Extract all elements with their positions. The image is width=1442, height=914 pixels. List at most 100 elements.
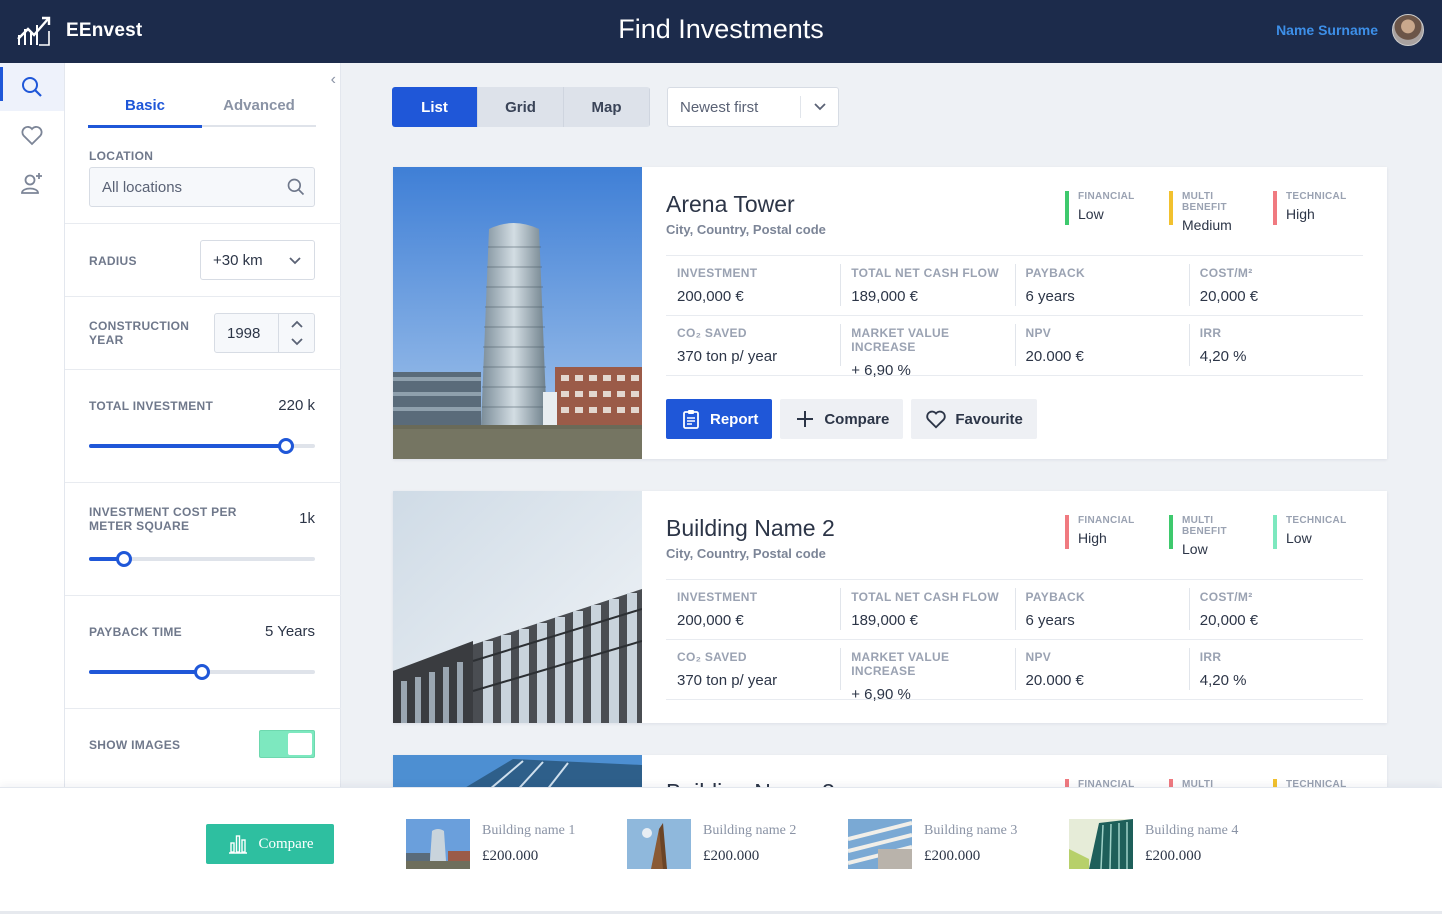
report-button[interactable]: Report xyxy=(666,399,773,439)
user-menu[interactable]: Name Surname xyxy=(1276,14,1424,46)
plus-icon xyxy=(797,411,814,427)
card-title[interactable]: Arena Tower xyxy=(666,191,795,218)
card-title[interactable]: Building Name 2 xyxy=(666,515,835,542)
ratings: FINANCIAL Low MULTI BENEFIT Medium TECHNIC… xyxy=(1065,191,1377,233)
user-name[interactable]: Name Surname xyxy=(1276,22,1378,38)
view-grid-button[interactable]: Grid xyxy=(478,87,564,127)
card-actions: Report Compare Favourite xyxy=(666,399,1037,439)
metric-investment: INVESTMENT 200,000 € xyxy=(677,266,758,305)
building-image[interactable] xyxy=(393,491,642,723)
location-label: LOCATION xyxy=(89,149,154,163)
heart-icon xyxy=(926,410,947,429)
compare-button[interactable]: Compare xyxy=(780,399,904,439)
card-address: City, Country, Postal code xyxy=(666,222,826,237)
metrics-grid: INVESTMENT 200,000 € TOTAL NET CASH FLOW 1… xyxy=(666,255,1363,379)
compare-item[interactable]: Building name 2 £200.000 xyxy=(627,819,796,869)
metric-npv: NPV 20.000 € xyxy=(1014,316,1189,375)
avatar[interactable] xyxy=(1392,14,1424,46)
radius-value: +30 km xyxy=(213,251,263,269)
rating-multi-benefit: MULTI BENEFIT Medium xyxy=(1169,191,1261,233)
investment-card[interactable]: Building Name 2 City, Country, Postal co… xyxy=(393,491,1387,723)
tab-basic[interactable]: Basic xyxy=(88,91,202,128)
clipboard-icon xyxy=(683,410,699,429)
building-image[interactable] xyxy=(393,167,642,459)
radius-label: RADIUS xyxy=(89,254,137,268)
metric-irr: IRR 4,20 % xyxy=(1188,316,1363,375)
construction-year-section: CONSTRUCTION YEAR 1998 xyxy=(65,297,341,370)
stepper-up-icon[interactable] xyxy=(290,317,304,331)
metric-payback: PAYBACK 6 years xyxy=(1014,256,1189,315)
metric-co2-saved: CO₂ SAVED 370 ton p/ year xyxy=(677,650,778,689)
filter-panel: ‹ Basic Advanced LOCATION All locations … xyxy=(65,63,341,793)
payback-slider[interactable] xyxy=(89,664,315,680)
metrics-grid: INVESTMENT 200,000 € TOTAL NET CASH FLOW 1… xyxy=(666,579,1363,703)
rating-financial: FINANCIAL High xyxy=(1065,515,1157,549)
rating-financial: FINANCIAL Low xyxy=(1065,191,1157,225)
radius-select[interactable]: +30 km xyxy=(200,240,315,280)
location-input[interactable]: All locations xyxy=(89,167,315,207)
tab-advanced[interactable]: Advanced xyxy=(202,91,316,125)
arena-tower-photo xyxy=(393,167,642,459)
heart-icon xyxy=(21,126,43,146)
compare-thumbnail xyxy=(1069,819,1133,869)
sort-select[interactable]: Newest first xyxy=(667,87,839,127)
metric-npv: NPV 20.000 € xyxy=(1014,640,1189,699)
location-placeholder: All locations xyxy=(102,178,183,196)
top-bar: EEnvest Find Investments Name Surname xyxy=(0,0,1442,63)
radius-section: RADIUS +30 km xyxy=(65,224,341,297)
view-list-button[interactable]: List xyxy=(392,87,478,127)
payback-section: PAYBACK TIME 5 Years xyxy=(65,596,341,709)
card-address: City, Country, Postal code xyxy=(666,546,826,561)
stepper-down-icon[interactable] xyxy=(290,335,304,349)
compare-all-button[interactable]: Compare xyxy=(206,824,334,864)
construction-year-value: 1998 xyxy=(227,324,261,342)
sort-value: Newest first xyxy=(680,98,759,116)
cost-per-m2-slider[interactable] xyxy=(89,551,315,567)
payback-value: 5 Years xyxy=(264,623,315,640)
compare-item[interactable]: Building name 1 £200.000 xyxy=(406,819,575,869)
compare-thumbnail xyxy=(406,819,470,869)
favourite-button[interactable]: Favourite xyxy=(911,399,1037,439)
add-user-icon xyxy=(21,173,42,194)
metric-co2-saved: CO₂ SAVED 370 ton p/ year xyxy=(677,326,778,365)
show-images-toggle[interactable] xyxy=(259,730,315,758)
metric-cost-m2: COST/M² 20,000 € xyxy=(1188,580,1363,639)
search-icon[interactable] xyxy=(286,177,306,197)
construction-year-stepper[interactable]: 1998 xyxy=(214,313,315,353)
compare-item[interactable]: Building name 3 £200.000 xyxy=(848,819,1017,869)
collapse-chevron-icon[interactable]: ‹ xyxy=(331,71,336,89)
location-section: LOCATION All locations xyxy=(65,135,341,224)
rail-search[interactable] xyxy=(0,63,64,111)
show-images-section: SHOW IMAGES xyxy=(65,709,341,793)
chevron-down-icon xyxy=(813,103,826,111)
rail-add-user[interactable] xyxy=(0,159,64,207)
rating-technical: TECHNICAL Low xyxy=(1273,515,1365,549)
show-images-label: SHOW IMAGES xyxy=(89,738,181,752)
rail-favourites[interactable] xyxy=(0,111,64,159)
search-icon xyxy=(22,77,42,97)
slider-handle[interactable] xyxy=(277,438,294,454)
total-investment-slider[interactable] xyxy=(89,438,315,454)
slider-handle[interactable] xyxy=(194,664,210,680)
metric-payback: PAYBACK 6 years xyxy=(1014,580,1189,639)
building-2-photo xyxy=(393,491,642,723)
view-switcher: List Grid Map xyxy=(392,87,650,127)
metric-investment: INVESTMENT 200,000 € xyxy=(677,590,758,629)
cost-per-m2-label: INVESTMENT COST PER METER SQUARE xyxy=(89,505,237,533)
construction-year-label: CONSTRUCTION YEAR xyxy=(89,319,190,347)
slider-handle[interactable] xyxy=(116,551,133,567)
compare-thumbnail xyxy=(627,819,691,869)
view-map-button[interactable]: Map xyxy=(564,87,650,127)
compare-item[interactable]: Building name 4 £200.000 xyxy=(1069,819,1238,869)
filter-tabs: Basic Advanced xyxy=(88,91,316,128)
total-investment-value: 220 k xyxy=(278,397,315,414)
investment-card[interactable]: Arena Tower City, Country, Postal code F… xyxy=(393,167,1387,459)
total-investment-label: TOTAL INVESTMENT xyxy=(89,399,214,413)
chevron-down-icon xyxy=(289,257,301,265)
metric-market-value: MARKET VALUE INCREASE + 6,90 % xyxy=(840,316,1014,379)
total-investment-section: TOTAL INVESTMENT 220 k xyxy=(65,370,341,483)
rating-multi-benefit: MULTI BENEFIT Low xyxy=(1169,515,1261,557)
bar-chart-icon xyxy=(228,835,247,854)
compare-thumbnail xyxy=(848,819,912,869)
cost-per-m2-section: INVESTMENT COST PER METER SQUARE 1k xyxy=(65,483,341,596)
